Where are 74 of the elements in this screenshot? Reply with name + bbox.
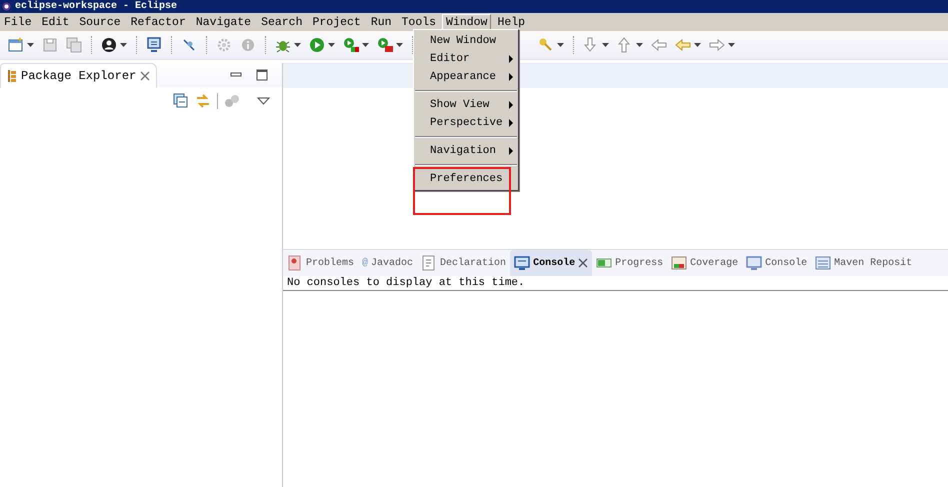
- info-icon[interactable]: [240, 37, 256, 53]
- console-icon: [514, 255, 530, 271]
- dropdown-caret-icon: [396, 43, 403, 47]
- view-tab[interactable]: Maven Reposit: [811, 250, 916, 276]
- view-tab[interactable]: @ Javadoc: [358, 250, 418, 276]
- console-icon: [746, 255, 762, 271]
- view-tab[interactable]: Progress: [592, 250, 668, 276]
- close-icon: [578, 258, 588, 268]
- view-tab[interactable]: Problems: [283, 250, 358, 276]
- back-arrow-icon[interactable]: [675, 37, 691, 53]
- new-window-icon[interactable]: [8, 37, 24, 53]
- menu-item[interactable]: Project: [308, 14, 365, 30]
- dropdown-caret-icon: [728, 43, 735, 47]
- submenu-arrow-icon: [509, 119, 513, 127]
- menu-item[interactable]: Navigation: [414, 142, 518, 160]
- submenu-arrow-icon: [509, 147, 513, 155]
- repository-icon: [815, 255, 832, 271]
- menu-item[interactable]: Editor: [414, 50, 518, 68]
- menu-item[interactable]: Window: [442, 14, 492, 30]
- dropdown-caret-icon: [294, 43, 301, 47]
- menu-item[interactable]: Navigate: [192, 14, 256, 30]
- collapse-all-icon[interactable]: [173, 93, 189, 109]
- menu-item[interactable]: Source: [75, 14, 125, 30]
- monitor-icon[interactable]: [146, 37, 162, 53]
- close-icon: [140, 70, 150, 80]
- menu-item[interactable]: File: [0, 14, 36, 30]
- view-tab[interactable]: Console: [742, 250, 812, 276]
- dropdown-caret-icon: [636, 43, 643, 47]
- menu-item[interactable]: Help: [493, 14, 530, 30]
- menu-item[interactable]: Run: [366, 14, 396, 30]
- problems-icon: [287, 255, 303, 271]
- app-icon: [2, 2, 11, 11]
- dropdown-caret-icon: [362, 43, 369, 47]
- menu-item[interactable]: Perspective: [414, 114, 518, 132]
- dropdown-caret-icon: [602, 43, 609, 47]
- view-tab[interactable]: Declaration: [417, 250, 510, 276]
- person-icon[interactable]: [101, 37, 117, 53]
- view-tab[interactable]: Coverage: [667, 250, 742, 276]
- up-arrow-icon[interactable]: [617, 37, 633, 53]
- save-icon[interactable]: [42, 37, 58, 53]
- window-title: eclipse-workspace - Eclipse: [15, 0, 178, 12]
- submenu-arrow-icon: [509, 55, 513, 63]
- run-coverage-icon[interactable]: [343, 37, 359, 53]
- menu-item[interactable]: Preferences: [414, 170, 518, 188]
- maximize-icon[interactable]: [256, 69, 268, 81]
- dropdown-caret-icon: [120, 43, 127, 47]
- forward-arrow-icon[interactable]: [709, 37, 725, 53]
- console-message: No consoles to display at this time.: [283, 276, 948, 291]
- menu-item[interactable]: Refactor: [126, 14, 190, 30]
- view-tab[interactable]: Console: [510, 250, 592, 276]
- run-icon[interactable]: [309, 37, 325, 53]
- menu-item[interactable]: Appearance: [414, 68, 518, 86]
- menu-item[interactable]: Edit: [38, 14, 74, 30]
- menu-item[interactable]: Search: [257, 14, 306, 30]
- run-external-icon[interactable]: [377, 37, 393, 53]
- save-all-icon[interactable]: [66, 37, 82, 53]
- menu-item[interactable]: New Window: [414, 32, 518, 50]
- submenu-arrow-icon: [509, 73, 513, 81]
- link-arrows-icon[interactable]: [195, 93, 211, 109]
- hierarchy-icon: [7, 68, 17, 82]
- package-explorer-tab[interactable]: Package Explorer: [0, 62, 158, 88]
- dropdown-caret-icon: [328, 43, 335, 47]
- key-icon[interactable]: [538, 37, 554, 53]
- dropdown-caret-icon: [557, 43, 564, 47]
- menu-item[interactable]: Tools: [398, 14, 440, 30]
- coverage-icon: [671, 255, 688, 271]
- dropdown-caret-icon: [694, 43, 701, 47]
- dropdown-caret-icon: [27, 43, 34, 47]
- down-arrow-icon[interactable]: [583, 37, 599, 53]
- menu-item[interactable]: Show View: [414, 96, 518, 114]
- submenu-arrow-icon: [509, 101, 513, 109]
- declaration-icon: [421, 255, 438, 271]
- spheres-icon[interactable]: [224, 93, 240, 109]
- crossed-pin-icon[interactable]: [181, 37, 197, 53]
